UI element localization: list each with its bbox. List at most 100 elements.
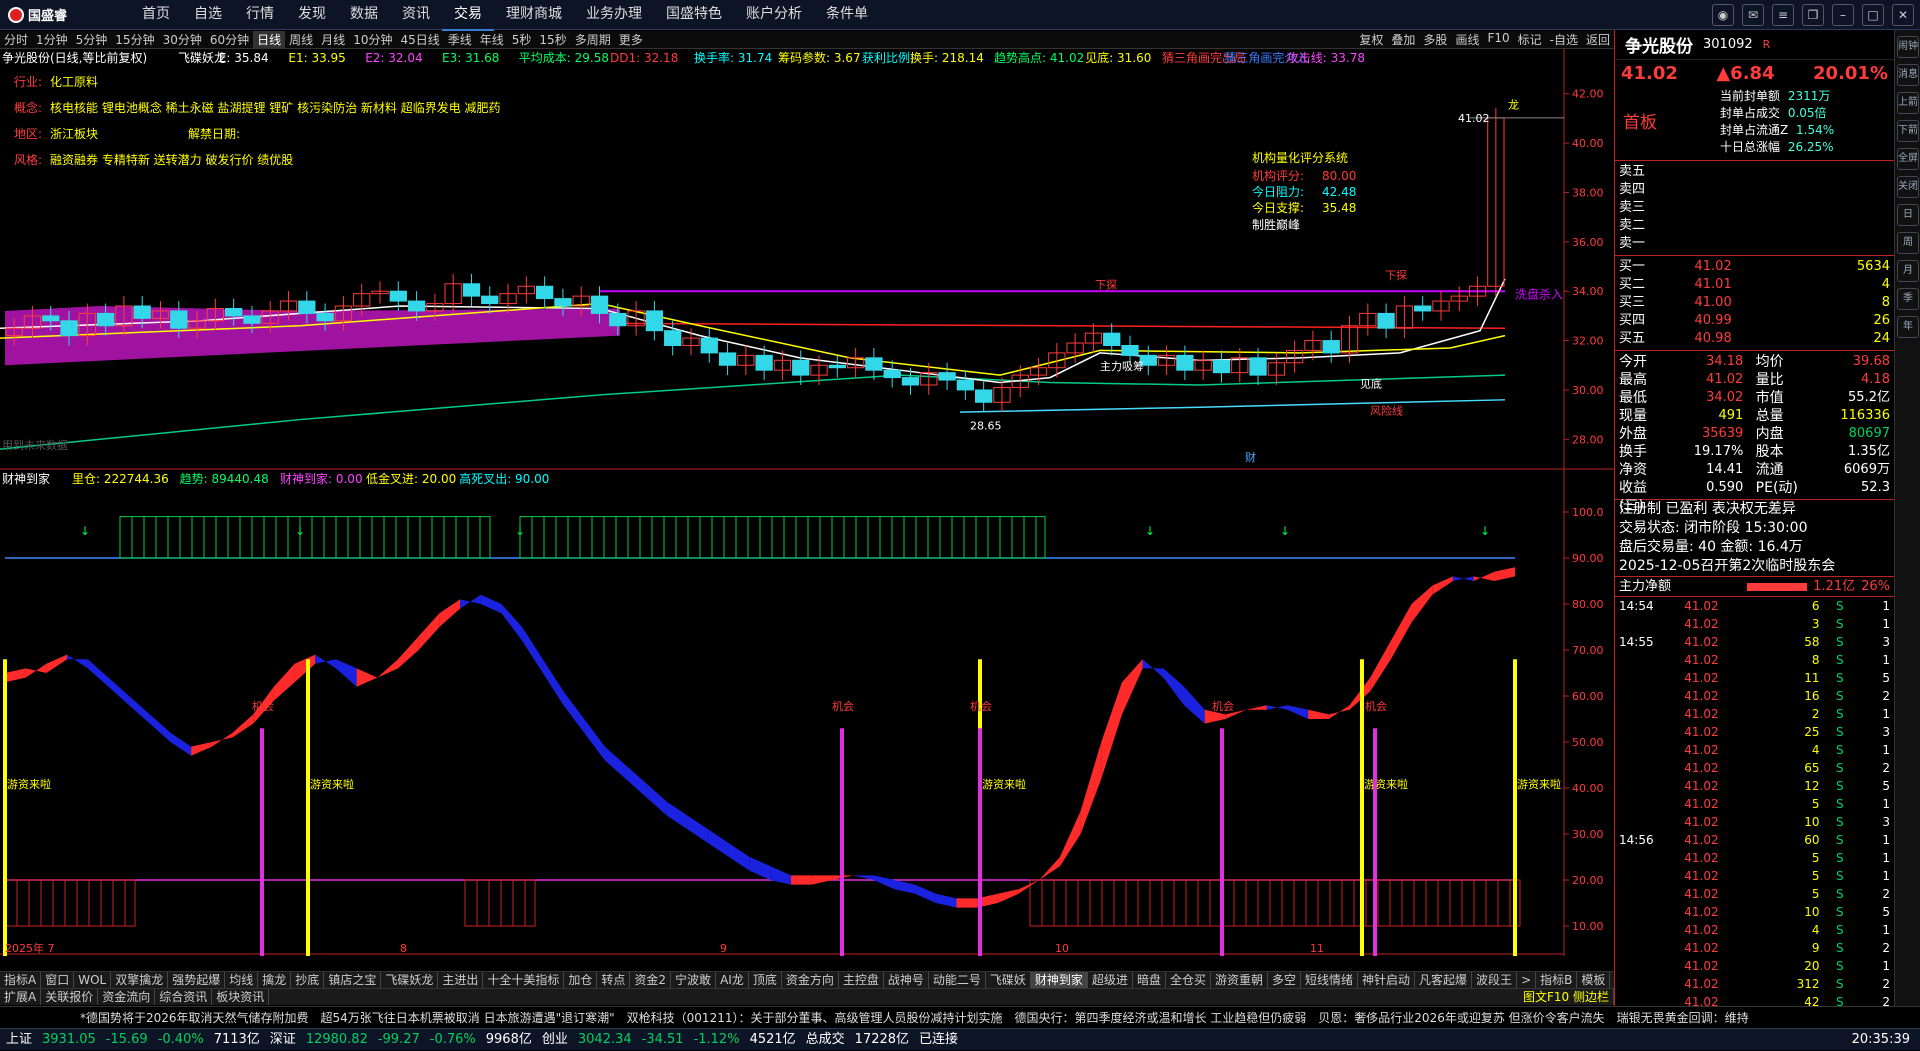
indicator-tab-23[interactable]: 财神到家	[1030, 972, 1088, 988]
indicator-tab-3[interactable]: 双擎擒龙	[111, 972, 169, 988]
info-tab-0[interactable]: 扩展A	[0, 989, 42, 1005]
sidebar-btn-8[interactable]: 月	[1897, 260, 1919, 282]
tick-row[interactable]: 41.02 65 S 2	[1615, 759, 1894, 777]
menu-item-1[interactable]: 自选	[182, 0, 234, 31]
menu-item-3[interactable]: 发现	[286, 0, 338, 31]
sidebar-btn-7[interactable]: 周	[1897, 232, 1919, 254]
tick-row[interactable]: 41.02 8 S 1	[1615, 651, 1894, 669]
sidebar-btn-0[interactable]: 闹钟	[1897, 36, 1919, 58]
indicator-tab-8[interactable]: 镇店之宝	[324, 972, 382, 988]
period-tab-9[interactable]: 10分钟	[349, 31, 396, 48]
app-logo[interactable]: 国盛睿	[0, 0, 90, 30]
tick-row[interactable]: 41.02 25 S 3	[1615, 723, 1894, 741]
tick-row[interactable]: 41.02 5 S 1	[1615, 849, 1894, 867]
indicator-tab-24[interactable]: 超级进	[1088, 972, 1133, 988]
indicator-tab-9[interactable]: 飞碟妖龙	[381, 972, 439, 988]
order-row[interactable]: 卖四	[1615, 181, 1894, 199]
maximize-icon[interactable]: □	[1862, 4, 1884, 26]
period-tab-7[interactable]: 周线	[285, 31, 317, 48]
menu-item-8[interactable]: 业务办理	[574, 0, 654, 31]
tick-row[interactable]: 41.02 9 S 2	[1615, 939, 1894, 957]
indicator-tab-20[interactable]: 战神号	[884, 972, 929, 988]
indicator-tab-16[interactable]: AI龙	[716, 972, 749, 988]
period-tab-3[interactable]: 15分钟	[111, 31, 158, 48]
toolbar-btn-7[interactable]: 返回	[1582, 31, 1614, 48]
indicator-tab-21[interactable]: 动能二号	[929, 972, 986, 988]
sidebar-btn-4[interactable]: 全屏	[1897, 148, 1919, 170]
order-row[interactable]: 买二 41.01 4	[1615, 276, 1894, 294]
tick-row[interactable]: 41.02 4 S 1	[1615, 741, 1894, 759]
sidebar-btn-5[interactable]: 关闭	[1897, 176, 1919, 198]
chart-area[interactable]: 争光股份(日线,等比前复权) 飞碟妖龙E: 35.84 E1: 33.95 E2: 3…	[0, 49, 1614, 956]
indicator-tab-4[interactable]: 强势起爆	[168, 972, 226, 988]
f10-sidebar-link[interactable]: 图文F10 侧边栏	[1519, 989, 1614, 1005]
indicator-tab-12[interactable]: 加仓	[564, 972, 598, 988]
tick-row[interactable]: 14:55 41.02 58 S 3	[1615, 633, 1894, 651]
tick-row[interactable]: 41.02 20 S 1	[1615, 957, 1894, 975]
info-tab-2[interactable]: 资金流向	[98, 989, 156, 1005]
restore-icon[interactable]: ❐	[1802, 4, 1824, 26]
order-row[interactable]: 卖二	[1615, 217, 1894, 235]
indicator-tab-29[interactable]: 短线情绪	[1301, 972, 1359, 988]
indicator-tab-14[interactable]: 资金2	[630, 972, 672, 988]
toolbar-btn-0[interactable]: 复权	[1355, 31, 1387, 48]
menu-item-11[interactable]: 条件单	[814, 0, 880, 31]
tick-row[interactable]: 41.02 5 S 2	[1615, 885, 1894, 903]
period-tab-4[interactable]: 30分钟	[159, 31, 206, 48]
indicator-tab-11[interactable]: 十全十美指标	[483, 972, 565, 988]
indicator-tab-7[interactable]: 抄底	[291, 972, 325, 988]
mail-icon[interactable]: ✉	[1742, 4, 1764, 26]
indicator-tab-15[interactable]: 宁波敢	[671, 972, 717, 988]
tick-row[interactable]: 41.02 3 S 1	[1615, 615, 1894, 633]
sidebar-btn-1[interactable]: 消息	[1897, 64, 1919, 86]
indicator-tab-1[interactable]: 窗口	[41, 972, 75, 988]
tick-row[interactable]: 41.02 312 S 2	[1615, 975, 1894, 993]
sidebar-btn-6[interactable]: 日	[1897, 204, 1919, 226]
tick-row[interactable]: 41.02 16 S 2	[1615, 687, 1894, 705]
indicator-tab-30[interactable]: 神针启动	[1358, 972, 1416, 988]
menu-item-7[interactable]: 理财商城	[494, 0, 574, 31]
period-tab-12[interactable]: 年线	[476, 31, 508, 48]
order-row[interactable]: 买三 41.00 8	[1615, 294, 1894, 312]
close-icon[interactable]: ✕	[1892, 4, 1914, 26]
indicator-tab-25[interactable]: 暗盘	[1133, 972, 1166, 988]
indicator-tab-27[interactable]: 游资重朝	[1211, 972, 1268, 988]
sidebar-btn-3[interactable]: 下箭	[1897, 120, 1919, 142]
chat-icon[interactable]: ◉	[1712, 4, 1734, 26]
tick-row[interactable]: 41.02 5 S 1	[1615, 867, 1894, 885]
tick-row[interactable]: 41.02 12 S 5	[1615, 777, 1894, 795]
indicator-tab-35[interactable]: 模板	[1577, 972, 1611, 988]
order-row[interactable]: 买五 40.98 24	[1615, 330, 1894, 348]
period-tab-10[interactable]: 45日线	[396, 31, 443, 48]
tick-row[interactable]: 14:54 41.02 6 S 1	[1615, 597, 1894, 615]
toolbar-btn-3[interactable]: 画线	[1451, 31, 1483, 48]
menu-item-2[interactable]: 行情	[234, 0, 286, 31]
indicator-tab-17[interactable]: 顶底	[749, 972, 782, 988]
sidebar-btn-10[interactable]: 年	[1897, 316, 1919, 338]
indicator-tab-18[interactable]: 资金方向	[782, 972, 839, 988]
info-tab-3[interactable]: 综合资讯	[155, 989, 213, 1005]
info-tab-4[interactable]: 板块资讯	[212, 989, 270, 1005]
indicator-tab-13[interactable]: 转点	[597, 972, 631, 988]
menu-item-4[interactable]: 数据	[338, 0, 390, 31]
indicator-tab-5[interactable]: 均线	[225, 972, 259, 988]
news-ticker[interactable]: *德国势将于2026年取消天然气储存附加费 超54万张飞往日本机票被取消 日本旅…	[0, 1006, 1920, 1028]
toolbar-btn-4[interactable]: F10	[1483, 31, 1513, 48]
indicator-tab-34[interactable]: 指标B	[1536, 972, 1578, 988]
order-row[interactable]: 卖一	[1615, 235, 1894, 253]
indicator-tab-28[interactable]: 多空	[1268, 972, 1301, 988]
indicator-tab-26[interactable]: 全仓买	[1166, 972, 1211, 988]
period-tab-11[interactable]: 季线	[444, 31, 476, 48]
tick-row[interactable]: 41.02 11 S 5	[1615, 669, 1894, 687]
period-tab-15[interactable]: 多周期	[571, 31, 615, 48]
period-tab-1[interactable]: 1分钟	[32, 31, 72, 48]
period-tab-14[interactable]: 15秒	[535, 31, 570, 48]
minimize-icon[interactable]: –	[1832, 4, 1854, 26]
tick-row[interactable]: 41.02 10 S 3	[1615, 813, 1894, 831]
sidebar-btn-2[interactable]: 上箭	[1897, 92, 1919, 114]
indicator-tab-19[interactable]: 主控盘	[839, 972, 884, 988]
order-row[interactable]: 买一 41.02 5634	[1615, 258, 1894, 276]
period-tab-16[interactable]: 更多	[615, 31, 647, 48]
sidebar-btn-9[interactable]: 季	[1897, 288, 1919, 310]
menu-item-5[interactable]: 资讯	[390, 0, 442, 31]
